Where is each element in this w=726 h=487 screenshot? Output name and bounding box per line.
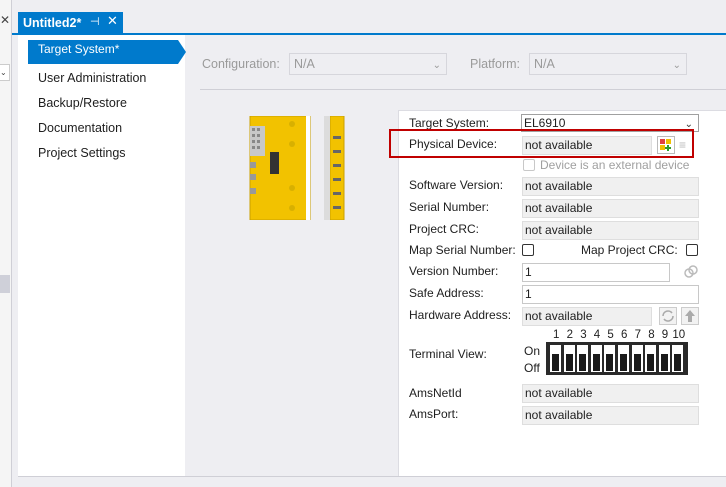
nav-item-backup-restore[interactable]: Backup/Restore bbox=[38, 92, 127, 114]
bottom-divider bbox=[18, 476, 726, 477]
dip-switch-number: 2 bbox=[566, 329, 573, 341]
nav-item-label: Target System* bbox=[38, 42, 120, 56]
platform-label: Platform: bbox=[470, 57, 521, 71]
map-serial-number-checkbox[interactable] bbox=[522, 244, 534, 256]
serial-number-value: not available bbox=[522, 199, 699, 218]
dip-switch-4[interactable] bbox=[590, 345, 602, 372]
dip-switch-knob bbox=[647, 354, 655, 371]
dip-switch-knob bbox=[633, 354, 641, 371]
left-selected-row bbox=[0, 275, 10, 293]
dip-switch-knob bbox=[674, 354, 682, 371]
select-device-icon[interactable] bbox=[657, 136, 675, 154]
amsnetid-label: AmsNetId bbox=[409, 386, 462, 400]
dip-switch-knob bbox=[592, 354, 600, 371]
target-system-value: EL6910 bbox=[524, 116, 566, 130]
version-number-input[interactable]: 1 bbox=[522, 263, 670, 282]
chevron-down-icon: ⌄ bbox=[672, 60, 681, 71]
dip-switch-knob bbox=[579, 354, 587, 371]
target-system-label: Target System: bbox=[409, 116, 490, 130]
dip-switch-10[interactable] bbox=[672, 345, 684, 372]
upload-icon[interactable] bbox=[681, 307, 699, 325]
dip-switch-number: 6 bbox=[621, 329, 628, 341]
chevron-down-icon: ⌄ bbox=[432, 60, 441, 71]
map-serial-number-label: Map Serial Number: bbox=[409, 243, 516, 257]
terminal-device-image bbox=[249, 116, 345, 220]
hardware-address-label: Hardware Address: bbox=[409, 308, 512, 322]
version-number-label: Version Number: bbox=[409, 264, 499, 278]
dip-switch-2[interactable] bbox=[563, 345, 575, 372]
hardware-address-value: not available bbox=[522, 307, 652, 326]
project-crc-value: not available bbox=[522, 221, 699, 240]
nav-item-project-settings[interactable]: Project Settings bbox=[38, 142, 126, 164]
dip-switch-8[interactable] bbox=[645, 345, 657, 372]
safe-address-label: Safe Address: bbox=[409, 286, 484, 300]
dip-switch-number: 8 bbox=[648, 329, 655, 341]
amsport-label: AmsPort: bbox=[409, 407, 459, 421]
project-crc-label: Project CRC: bbox=[409, 222, 480, 236]
dip-switch-9[interactable] bbox=[658, 345, 670, 372]
software-version-label: Software Version: bbox=[409, 178, 504, 192]
chevron-down-icon[interactable]: ⌄ bbox=[0, 64, 10, 81]
nav-item-target-system[interactable]: Target System* bbox=[28, 40, 178, 64]
nav-active-arrow bbox=[178, 40, 186, 64]
copy-icon[interactable] bbox=[682, 263, 700, 281]
dip-switch-3[interactable] bbox=[577, 345, 589, 372]
on-label: On bbox=[524, 344, 541, 358]
close-icon[interactable]: ✕ bbox=[0, 13, 10, 27]
pin-icon[interactable]: ⊣ bbox=[90, 15, 100, 28]
configuration-value: N/A bbox=[294, 57, 315, 71]
physical-device-label: Physical Device: bbox=[409, 137, 498, 151]
configuration-select[interactable]: N/A ⌄ bbox=[289, 53, 447, 75]
dip-switch-knob bbox=[606, 354, 614, 371]
dip-switch-block bbox=[546, 342, 688, 375]
serial-number-label: Serial Number: bbox=[409, 200, 490, 214]
dip-switch-knob bbox=[620, 354, 627, 371]
physical-device-value: not available bbox=[522, 136, 652, 155]
refresh-icon[interactable] bbox=[659, 307, 677, 325]
external-device-checkbox[interactable] bbox=[523, 159, 535, 171]
safe-address-input[interactable]: 1 bbox=[522, 285, 699, 304]
platform-select[interactable]: N/A ⌄ bbox=[529, 53, 687, 75]
amsnetid-value: not available bbox=[522, 384, 699, 403]
map-project-crc-label: Map Project CRC: bbox=[581, 243, 678, 257]
dip-switch-6[interactable] bbox=[618, 345, 629, 372]
dip-switch-number: 1 bbox=[553, 329, 560, 341]
dip-switch-number: 7 bbox=[634, 329, 641, 341]
off-label: Off bbox=[524, 361, 540, 375]
dip-switch-number: 9 bbox=[661, 329, 669, 341]
dip-switch-number: 3 bbox=[580, 329, 587, 341]
nav-item-documentation[interactable]: Documentation bbox=[38, 117, 122, 139]
nav-item-user-administration[interactable]: User Administration bbox=[38, 67, 146, 89]
device-options-icon[interactable]: ≡ bbox=[679, 138, 686, 152]
external-device-label: Device is an external device bbox=[540, 158, 690, 172]
dip-switch-knob bbox=[565, 354, 573, 371]
terminal-view-label: Terminal View: bbox=[409, 347, 487, 361]
dip-switch-knob bbox=[660, 354, 668, 371]
dip-switch-number: 4 bbox=[593, 329, 601, 341]
software-version-value: not available bbox=[522, 177, 699, 196]
dip-switch-knob bbox=[552, 354, 559, 371]
close-icon[interactable]: ✕ bbox=[107, 14, 118, 29]
dip-switch-7[interactable] bbox=[631, 345, 643, 372]
tab-title: Untitled2* bbox=[23, 16, 82, 30]
platform-value: N/A bbox=[534, 57, 555, 71]
dip-switch-1[interactable] bbox=[550, 345, 561, 372]
dip-switch-number: 5 bbox=[607, 329, 614, 341]
divider bbox=[200, 89, 726, 90]
map-project-crc-checkbox[interactable] bbox=[686, 244, 698, 256]
amsport-value: not available bbox=[522, 406, 699, 425]
configuration-label: Configuration: bbox=[202, 57, 280, 71]
dip-switch-number: 10 bbox=[672, 329, 686, 341]
tab-untitled2[interactable]: Untitled2* ⊣ ✕ bbox=[18, 12, 123, 34]
dip-switch-5[interactable] bbox=[604, 345, 616, 372]
